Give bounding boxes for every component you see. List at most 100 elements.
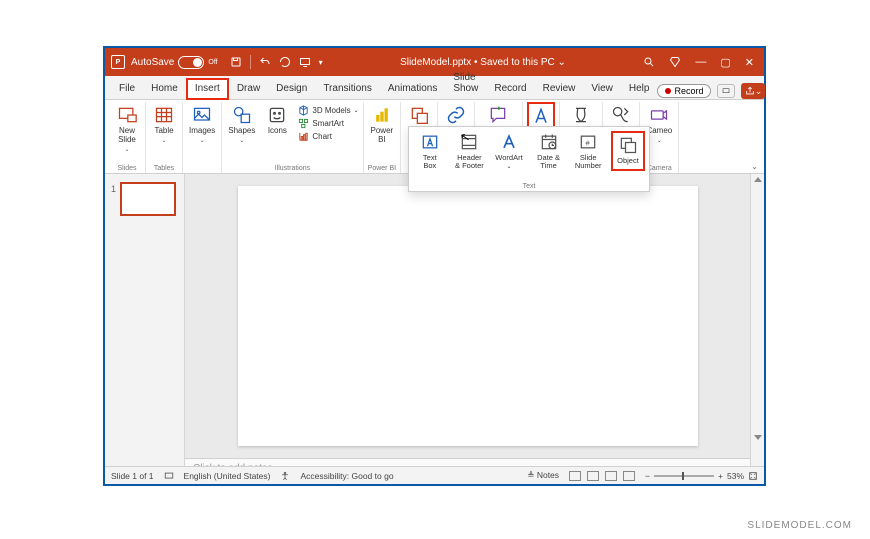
record-button[interactable]: Record xyxy=(657,84,711,98)
zoom-slider[interactable] xyxy=(654,475,714,477)
object-icon xyxy=(617,134,639,156)
textbox-button[interactable]: Text Box xyxy=(413,131,447,171)
addins-icon xyxy=(408,104,430,126)
zoom-value[interactable]: 53% xyxy=(727,471,744,481)
autosave-state: Off xyxy=(208,59,217,66)
text-flyout: Text Box Header & Footer WordArt⌄ Date &… xyxy=(408,126,650,192)
vertical-scrollbar[interactable] xyxy=(750,174,764,466)
slide-canvas[interactable] xyxy=(185,174,750,458)
tab-file[interactable]: File xyxy=(111,79,143,99)
media-icon xyxy=(610,104,632,126)
status-language[interactable]: English (United States) xyxy=(184,471,271,481)
redo-icon[interactable] xyxy=(279,56,291,68)
notes-pane[interactable]: Click to add notes xyxy=(185,458,750,466)
status-slide[interactable]: Slide 1 of 1 xyxy=(111,471,154,481)
tab-animations[interactable]: Animations xyxy=(380,79,445,99)
tab-slideshow[interactable]: Slide Show xyxy=(445,68,486,99)
group-powerbi: Power BI Power BI xyxy=(364,102,401,173)
autosave-toggle[interactable]: AutoSave Off xyxy=(131,56,218,69)
tab-record[interactable]: Record xyxy=(486,79,534,99)
powerbi-icon xyxy=(371,104,393,126)
text-icon xyxy=(530,105,552,127)
symbols-icon xyxy=(570,104,592,126)
textbox-icon xyxy=(419,131,441,153)
minimize-button[interactable]: — xyxy=(695,56,706,68)
comment-icon xyxy=(487,104,509,126)
object-button[interactable]: Object xyxy=(611,131,645,171)
group-slides: New Slide ⌄ Slides xyxy=(109,102,146,173)
tab-view[interactable]: View xyxy=(583,79,621,99)
present-button[interactable] xyxy=(717,84,735,98)
record-dot-icon xyxy=(665,88,671,94)
ribbon-collapse-icon[interactable]: ⌄ xyxy=(751,162,758,171)
status-bar: Slide 1 of 1 English (United States) Acc… xyxy=(105,466,764,484)
maximize-button[interactable]: ▢ xyxy=(720,56,730,69)
new-slide-button[interactable]: New Slide ⌄ xyxy=(113,102,141,155)
images-button[interactable]: Images ⌄ xyxy=(187,102,217,146)
body: 1 Click to add notes xyxy=(105,174,764,466)
new-slide-icon xyxy=(116,104,138,126)
diamond-icon[interactable] xyxy=(669,56,681,68)
notes-toggle[interactable]: ≜ Notes xyxy=(527,470,559,481)
slideshow-icon[interactable] xyxy=(299,56,311,68)
wordart-button[interactable]: WordArt⌄ xyxy=(492,131,526,171)
save-icon[interactable] xyxy=(230,56,242,68)
zoom-control[interactable]: − + 53% xyxy=(645,471,758,481)
icons-button[interactable]: Icons xyxy=(263,102,291,138)
slidenumber-icon: # xyxy=(577,131,599,153)
powerpoint-window: P AutoSave Off ▾ SlideModel.pptx • Saved… xyxy=(103,46,766,486)
search-icon[interactable] xyxy=(643,56,655,68)
slide-thumbnails[interactable]: 1 xyxy=(105,174,185,466)
tab-home[interactable]: Home xyxy=(143,79,186,99)
watermark: SLIDEMODEL.COM xyxy=(747,520,852,531)
slide[interactable] xyxy=(238,186,698,446)
slidenumber-button[interactable]: # Slide Number xyxy=(571,131,605,171)
icons-icon xyxy=(266,104,288,126)
app-icon: P xyxy=(111,55,125,69)
toggle-icon[interactable] xyxy=(178,56,204,69)
close-button[interactable]: ✕ xyxy=(745,56,754,69)
flyout-group-label: Text xyxy=(413,183,645,190)
zoom-out[interactable]: − xyxy=(645,471,650,481)
wordart-icon xyxy=(498,131,520,153)
chart-button[interactable]: Chart xyxy=(297,130,358,142)
shapes-icon xyxy=(231,104,253,126)
table-button[interactable]: Table ⌄ xyxy=(150,102,178,146)
tab-transitions[interactable]: Transitions xyxy=(315,79,380,99)
cube-icon xyxy=(297,104,309,116)
view-buttons[interactable] xyxy=(569,471,635,481)
share-button[interactable]: ⌄ xyxy=(741,83,765,99)
tab-design[interactable]: Design xyxy=(268,79,315,99)
table-icon xyxy=(153,104,175,126)
datetime-button[interactable]: Date & Time xyxy=(532,131,566,171)
status-accessibility[interactable]: Accessibility: Good to go xyxy=(300,471,393,481)
powerbi-button[interactable]: Power BI xyxy=(368,102,396,147)
autosave-label: AutoSave xyxy=(131,57,174,68)
quick-access-toolbar: ▾ xyxy=(230,55,323,69)
tab-review[interactable]: Review xyxy=(535,79,584,99)
images-icon xyxy=(191,104,213,126)
cameo-icon xyxy=(648,104,670,126)
undo-icon[interactable] xyxy=(259,56,271,68)
chart-icon xyxy=(297,130,309,142)
fit-icon[interactable] xyxy=(748,471,758,481)
thumbnail-1[interactable]: 1 xyxy=(111,182,178,216)
group-tables: Table ⌄ Tables xyxy=(146,102,183,173)
group-illustrations: Shapes ⌄ Icons 3D Models ⌄ SmartArt Char… xyxy=(222,102,363,173)
access-icon xyxy=(280,471,290,481)
tab-insert[interactable]: Insert xyxy=(186,78,229,100)
mouse-cursor-icon: ↖ xyxy=(459,129,471,145)
document-title[interactable]: SlideModel.pptx • Saved to this PC ⌄ xyxy=(323,57,644,68)
3d-models-button[interactable]: 3D Models ⌄ xyxy=(297,104,358,116)
links-icon xyxy=(445,104,467,126)
smartart-button[interactable]: SmartArt xyxy=(297,117,358,129)
thumbnail-preview[interactable] xyxy=(120,182,176,216)
tab-help[interactable]: Help xyxy=(621,79,658,99)
lang-icon xyxy=(164,471,174,481)
ribbon-tabs: File Home Insert Draw Design Transitions… xyxy=(105,76,764,100)
shapes-button[interactable]: Shapes ⌄ xyxy=(226,102,257,146)
tab-draw[interactable]: Draw xyxy=(229,79,268,99)
datetime-icon xyxy=(538,131,560,153)
zoom-in[interactable]: + xyxy=(718,471,723,481)
group-images-solo: Images ⌄ xyxy=(183,102,222,173)
